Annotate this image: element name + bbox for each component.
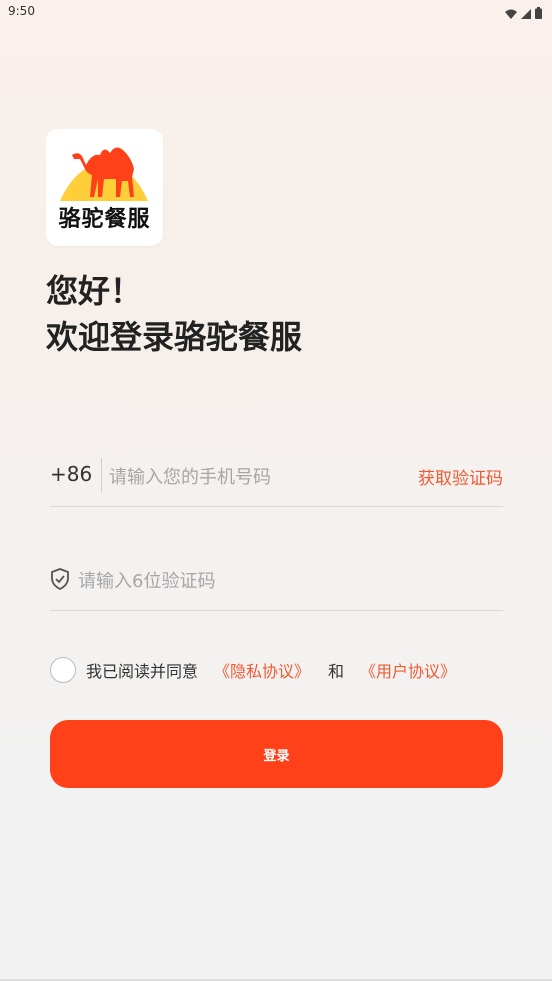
code-input[interactable]: 请输入6位验证码 [78,567,215,593]
user-agreement-link[interactable]: 《用户协议》 [360,658,456,682]
logo-brand-text: 骆驼餐服 [58,207,151,232]
camel-icon [60,147,148,201]
get-code-button[interactable]: 获取验证码 [418,464,503,489]
status-time: 9:50 [8,4,35,18]
phone-field[interactable]: +86 请输入您的手机号码 获取验证码 [50,446,503,507]
status-bar: 9:50 [0,0,552,24]
signal-icon [521,4,531,23]
code-field[interactable]: 请输入6位验证码 [50,550,503,611]
agreement-row: 我已阅读并同意 《隐私协议》 和 《用户协议》 [50,657,456,683]
status-icons [505,4,542,23]
app-logo: 骆驼餐服 [46,129,163,246]
greeting-line2: 欢迎登录骆驼餐服 [46,318,303,356]
greeting: 您好！ 欢迎登录骆驼餐服 [46,268,302,360]
login-button[interactable]: 登录 [50,720,503,788]
wifi-icon [505,4,517,23]
shield-check-icon [50,568,70,594]
country-code[interactable]: +86 [50,462,92,486]
agreement-text: 我已阅读并同意 [86,662,199,681]
phone-input[interactable]: 请输入您的手机号码 [109,463,271,489]
privacy-policy-link[interactable]: 《隐私协议》 [214,658,310,682]
battery-icon [535,4,542,23]
agreement-and-text: 和 [328,662,345,681]
agreement-checkbox[interactable] [50,657,76,683]
greeting-line1: 您好！ [46,272,143,310]
divider [101,458,102,492]
